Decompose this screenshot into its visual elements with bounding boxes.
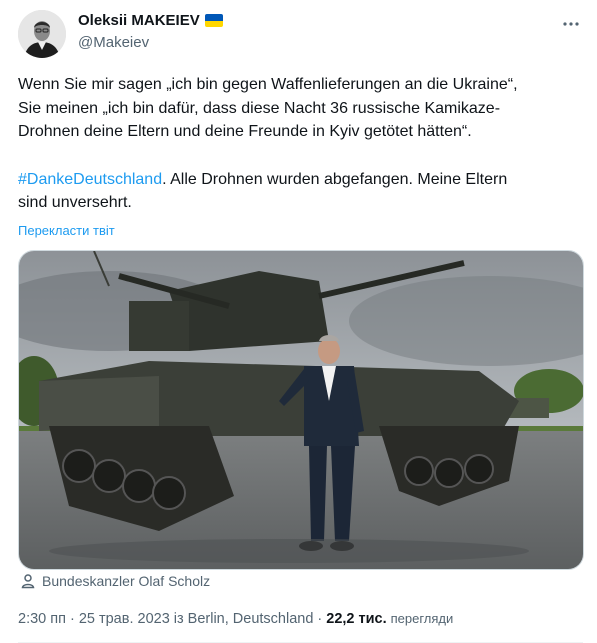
tweet-text: Wenn Sie mir sagen „ich bin gegen Waffen… (18, 73, 578, 215)
person-icon (21, 574, 35, 589)
tweet-text-line: Sie meinen „ich bin dafür, dass diese Na… (18, 99, 501, 117)
more-options-button[interactable] (559, 12, 583, 36)
views-count[interactable]: 22,2 тис. (326, 611, 386, 627)
tweet-text-line: #DankeDeutschland. Alle Drohnen wurden a… (18, 168, 578, 192)
tweet-text-line: Drohnen deine Eltern und deine Freunde i… (18, 123, 472, 140)
avatar[interactable] (18, 10, 66, 58)
translate-tweet-link[interactable]: Перекласти твіт (18, 223, 115, 238)
tweet-time[interactable]: 2:30 пп (18, 611, 66, 627)
photo-caption-text[interactable]: Bundeskanzler Olaf Scholz (42, 573, 210, 589)
more-dots-icon (563, 22, 579, 26)
tweet-photo[interactable] (18, 250, 584, 570)
meta-separator: · (69, 611, 75, 627)
views-label: перегляди (390, 611, 454, 626)
tweet-location: із Berlin, Deutschland (173, 611, 314, 627)
meta-separator: · (317, 611, 323, 627)
tweet-text-line: Wenn Sie mir sagen „ich bin gegen Waffen… (18, 76, 518, 93)
author-handle[interactable]: @Makeiev (78, 34, 149, 51)
author-display-name[interactable]: Oleksii MAKEIEV (78, 12, 200, 29)
tweet-text-line: sind unversehrt. (18, 194, 132, 211)
tweet-card: Oleksii MAKEIEV @Makeiev Wenn Sie mir sa… (0, 0, 597, 643)
author-name-row: Oleksii MAKEIEV (78, 12, 223, 29)
avatar-portrait (18, 10, 66, 58)
tweet-meta: 2:30 пп · 25 трав. 2023 із Berlin, Deuts… (18, 611, 453, 627)
ukraine-flag-icon (204, 14, 223, 27)
tweet-text-fragment: . Alle Drohnen wurden abgefangen. Meine … (162, 170, 508, 188)
tweet-date[interactable]: 25 трав. 2023 (79, 611, 170, 627)
tank-photo-illustration (19, 251, 583, 569)
hashtag-link[interactable]: #DankeDeutschland (18, 171, 162, 188)
photo-caption: Bundeskanzler Olaf Scholz (20, 573, 210, 589)
